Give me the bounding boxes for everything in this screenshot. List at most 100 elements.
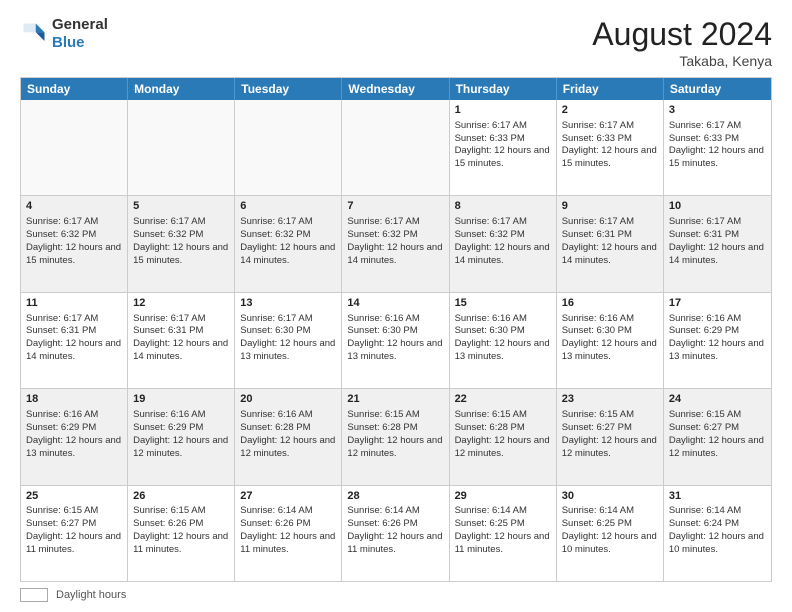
daylight-text: Daylight: 12 hours and 14 minutes. bbox=[26, 338, 122, 364]
daylight-text: Daylight: 12 hours and 14 minutes. bbox=[562, 242, 658, 268]
calendar-cell: 7Sunrise: 6:17 AMSunset: 6:32 PMDaylight… bbox=[342, 196, 449, 291]
cal-header-day: Wednesday bbox=[342, 78, 449, 100]
daylight-text: Daylight: 12 hours and 14 minutes. bbox=[133, 338, 229, 364]
sunset-text: Sunset: 6:31 PM bbox=[133, 325, 229, 338]
day-number: 13 bbox=[240, 296, 336, 311]
daylight-text: Daylight: 12 hours and 10 minutes. bbox=[669, 531, 766, 557]
daylight-text: Daylight: 12 hours and 14 minutes. bbox=[669, 242, 766, 268]
sunset-text: Sunset: 6:33 PM bbox=[455, 133, 551, 146]
calendar-cell: 3Sunrise: 6:17 AMSunset: 6:33 PMDaylight… bbox=[664, 100, 771, 195]
daylight-text: Daylight: 12 hours and 11 minutes. bbox=[240, 531, 336, 557]
daylight-text: Daylight: 12 hours and 11 minutes. bbox=[347, 531, 443, 557]
calendar-row: 11Sunrise: 6:17 AMSunset: 6:31 PMDayligh… bbox=[21, 292, 771, 388]
sunrise-text: Sunrise: 6:17 AM bbox=[240, 313, 336, 326]
sunrise-text: Sunrise: 6:16 AM bbox=[240, 409, 336, 422]
day-number: 29 bbox=[455, 489, 551, 504]
calendar-cell: 10Sunrise: 6:17 AMSunset: 6:31 PMDayligh… bbox=[664, 196, 771, 291]
daylight-text: Daylight: 12 hours and 12 minutes. bbox=[455, 435, 551, 461]
daylight-text: Daylight: 12 hours and 10 minutes. bbox=[562, 531, 658, 557]
sunrise-text: Sunrise: 6:17 AM bbox=[133, 313, 229, 326]
calendar-row: 18Sunrise: 6:16 AMSunset: 6:29 PMDayligh… bbox=[21, 388, 771, 484]
day-number: 21 bbox=[347, 392, 443, 407]
calendar-cell: 1Sunrise: 6:17 AMSunset: 6:33 PMDaylight… bbox=[450, 100, 557, 195]
sunrise-text: Sunrise: 6:17 AM bbox=[26, 313, 122, 326]
page: General Blue August 2024 Takaba, Kenya S… bbox=[0, 0, 792, 612]
daylight-text: Daylight: 12 hours and 15 minutes. bbox=[26, 242, 122, 268]
sunrise-text: Sunrise: 6:17 AM bbox=[347, 216, 443, 229]
day-number: 8 bbox=[455, 199, 551, 214]
sunset-text: Sunset: 6:31 PM bbox=[562, 229, 658, 242]
calendar: SundayMondayTuesdayWednesdayThursdayFrid… bbox=[20, 77, 772, 582]
day-number: 14 bbox=[347, 296, 443, 311]
cal-header-day: Thursday bbox=[450, 78, 557, 100]
cal-header-day: Tuesday bbox=[235, 78, 342, 100]
sunrise-text: Sunrise: 6:14 AM bbox=[240, 505, 336, 518]
daylight-text: Daylight: 12 hours and 15 minutes. bbox=[455, 145, 551, 171]
cal-header-day: Sunday bbox=[21, 78, 128, 100]
daylight-text: Daylight: 12 hours and 14 minutes. bbox=[455, 242, 551, 268]
calendar-cell: 19Sunrise: 6:16 AMSunset: 6:29 PMDayligh… bbox=[128, 389, 235, 484]
sunrise-text: Sunrise: 6:17 AM bbox=[669, 216, 766, 229]
day-number: 31 bbox=[669, 489, 766, 504]
day-number: 19 bbox=[133, 392, 229, 407]
calendar-cell: 6 Sunrise: 6:17 AMSunset: 6:32 PMDaylight… bbox=[235, 196, 342, 291]
sunrise-text: Sunrise: 6:15 AM bbox=[347, 409, 443, 422]
day-number: 3 bbox=[669, 103, 766, 118]
calendar-body: 1Sunrise: 6:17 AMSunset: 6:33 PMDaylight… bbox=[21, 100, 771, 581]
title-block: August 2024 Takaba, Kenya bbox=[592, 16, 772, 69]
sunrise-text: Sunrise: 6:15 AM bbox=[669, 409, 766, 422]
logo: General Blue bbox=[20, 16, 108, 52]
sunrise-text: Sunrise: 6:17 AM bbox=[26, 216, 122, 229]
daylight-text: Daylight: 12 hours and 14 minutes. bbox=[240, 242, 336, 268]
calendar-cell bbox=[128, 100, 235, 195]
sunrise-text: Sunrise: 6:15 AM bbox=[133, 505, 229, 518]
header: General Blue August 2024 Takaba, Kenya bbox=[20, 16, 772, 69]
daylight-text: Daylight: 12 hours and 14 minutes. bbox=[347, 242, 443, 268]
sunrise-text: Sunrise: 6:17 AM bbox=[240, 216, 336, 229]
footer-label: Daylight hours bbox=[56, 589, 126, 601]
calendar-cell: 13Sunrise: 6:17 AMSunset: 6:30 PMDayligh… bbox=[235, 293, 342, 388]
day-number: 26 bbox=[133, 489, 229, 504]
calendar-cell: 22Sunrise: 6:15 AMSunset: 6:28 PMDayligh… bbox=[450, 389, 557, 484]
sunset-text: Sunset: 6:29 PM bbox=[669, 325, 766, 338]
daylight-text: Daylight: 12 hours and 12 minutes. bbox=[669, 435, 766, 461]
day-number: 17 bbox=[669, 296, 766, 311]
sunset-text: Sunset: 6:28 PM bbox=[347, 422, 443, 435]
sunset-text: Sunset: 6:31 PM bbox=[26, 325, 122, 338]
daylight-text: Daylight: 12 hours and 13 minutes. bbox=[347, 338, 443, 364]
calendar-row: 1Sunrise: 6:17 AMSunset: 6:33 PMDaylight… bbox=[21, 100, 771, 195]
calendar-cell: 20Sunrise: 6:16 AMSunset: 6:28 PMDayligh… bbox=[235, 389, 342, 484]
day-number: 22 bbox=[455, 392, 551, 407]
logo-text: General Blue bbox=[52, 16, 108, 52]
calendar-cell: 26Sunrise: 6:15 AMSunset: 6:26 PMDayligh… bbox=[128, 486, 235, 581]
calendar-cell: 4Sunrise: 6:17 AMSunset: 6:32 PMDaylight… bbox=[21, 196, 128, 291]
daylight-text: Daylight: 12 hours and 12 minutes. bbox=[562, 435, 658, 461]
sunrise-text: Sunrise: 6:17 AM bbox=[562, 216, 658, 229]
sunset-text: Sunset: 6:32 PM bbox=[240, 229, 336, 242]
day-number: 6 bbox=[240, 199, 336, 214]
sunset-text: Sunset: 6:33 PM bbox=[669, 133, 766, 146]
sunset-text: Sunset: 6:26 PM bbox=[240, 518, 336, 531]
calendar-row: 25Sunrise: 6:15 AMSunset: 6:27 PMDayligh… bbox=[21, 485, 771, 581]
day-number: 1 bbox=[455, 103, 551, 118]
calendar-cell: 5Sunrise: 6:17 AMSunset: 6:32 PMDaylight… bbox=[128, 196, 235, 291]
daylight-text: Daylight: 12 hours and 13 minutes. bbox=[455, 338, 551, 364]
sunrise-text: Sunrise: 6:14 AM bbox=[455, 505, 551, 518]
cal-header-day: Saturday bbox=[664, 78, 771, 100]
day-number: 4 bbox=[26, 199, 122, 214]
cal-header-day: Monday bbox=[128, 78, 235, 100]
sunset-text: Sunset: 6:30 PM bbox=[455, 325, 551, 338]
calendar-cell bbox=[235, 100, 342, 195]
day-number: 11 bbox=[26, 296, 122, 311]
daylight-text: Daylight: 12 hours and 13 minutes. bbox=[240, 338, 336, 364]
daylight-text: Daylight: 12 hours and 15 minutes. bbox=[669, 145, 766, 171]
calendar-cell: 25Sunrise: 6:15 AMSunset: 6:27 PMDayligh… bbox=[21, 486, 128, 581]
day-number: 10 bbox=[669, 199, 766, 214]
day-number: 25 bbox=[26, 489, 122, 504]
day-number: 9 bbox=[562, 199, 658, 214]
sunset-text: Sunset: 6:32 PM bbox=[347, 229, 443, 242]
calendar-cell: 12Sunrise: 6:17 AMSunset: 6:31 PMDayligh… bbox=[128, 293, 235, 388]
daylight-text: Daylight: 12 hours and 11 minutes. bbox=[455, 531, 551, 557]
daylight-text: Daylight: 12 hours and 12 minutes. bbox=[347, 435, 443, 461]
sunrise-text: Sunrise: 6:15 AM bbox=[562, 409, 658, 422]
